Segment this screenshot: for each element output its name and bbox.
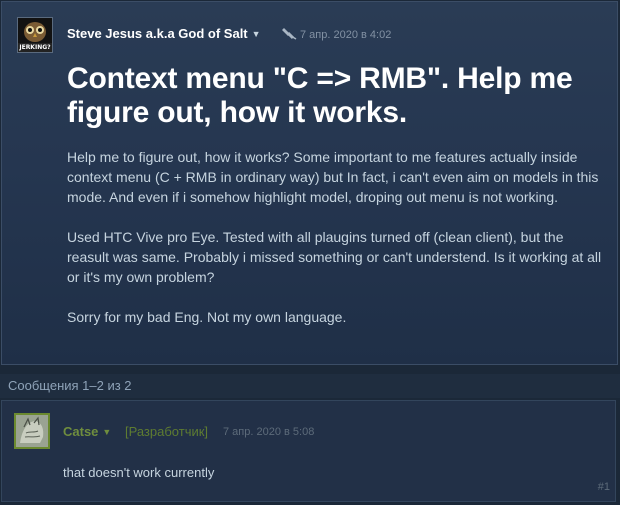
reply-number-link[interactable]: #1 [598, 481, 610, 493]
op-date: 7 апр. 2020 в 4:02 [300, 29, 392, 41]
message-count-bar: Сообщения 1–2 из 2 [0, 374, 620, 398]
op-author[interactable]: Steve Jesus a.k.a God of Salt ▼ [67, 26, 261, 41]
op-author-name[interactable]: Steve Jesus a.k.a God of Salt [67, 26, 248, 41]
post-paragraph: Used HTC Vive pro Eye. Tested with all p… [67, 229, 602, 285]
cat-sketch-avatar-image [16, 415, 48, 447]
chevron-down-icon[interactable]: ▼ [102, 427, 111, 437]
thread-title: Context menu "C => RMB". Help me figure … [67, 62, 573, 129]
message-count: Сообщения 1–2 из 2 [8, 378, 132, 393]
post-paragraph: Sorry for my bad Eng. Not my own languag… [67, 309, 347, 325]
reply-author[interactable]: Catse ▼ [63, 424, 111, 439]
reply-post: Catse ▼ [Разработчик] 7 апр. 2020 в 5:08 … [1, 400, 616, 502]
op-avatar[interactable]: JERKING? [17, 17, 53, 53]
post-body: Help me to figure out, how it works? Som… [67, 147, 602, 347]
pin-icon [281, 26, 297, 40]
reply-avatar[interactable] [14, 413, 50, 449]
chevron-down-icon[interactable]: ▼ [252, 29, 261, 39]
post-paragraph: Help me to figure out, how it works? Som… [67, 149, 599, 205]
developer-badge: [Разработчик] [125, 424, 209, 439]
reply-date: 7 апр. 2020 в 5:08 [223, 426, 315, 438]
reply-author-name[interactable]: Catse [63, 424, 98, 439]
reply-text: that doesn't work currently [63, 465, 215, 480]
avatar-caption: JERKING? [19, 44, 51, 51]
original-post: JERKING? Steve Jesus a.k.a God of Salt ▼ … [1, 1, 618, 365]
